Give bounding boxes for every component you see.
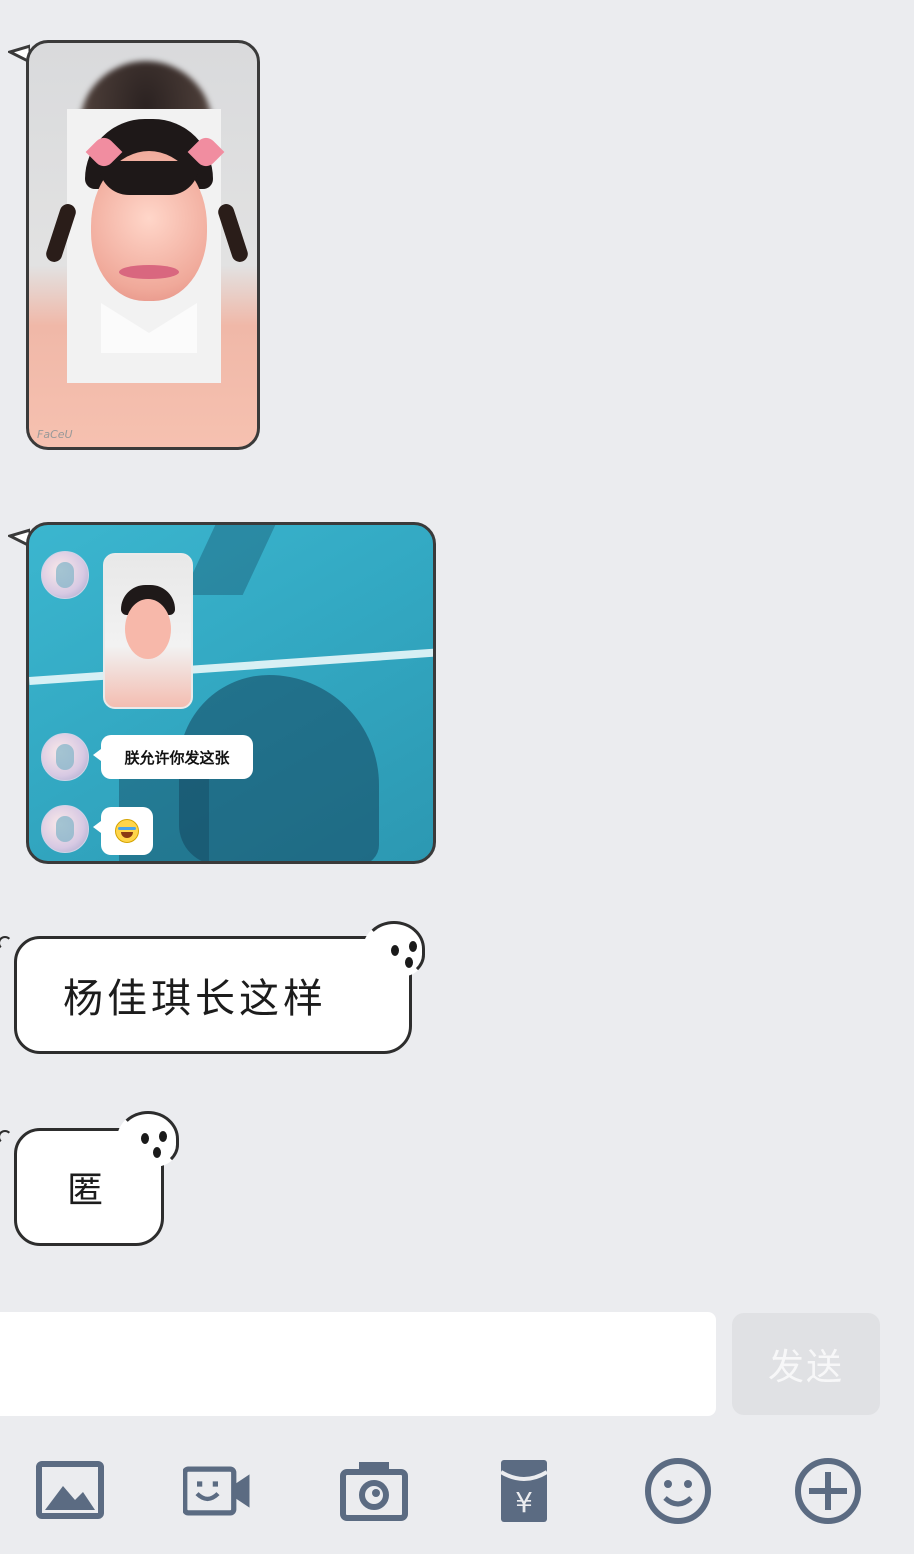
message-text-content: 杨佳琪长这样 <box>63 976 327 1022</box>
embedded-selfie-thumbnail <box>103 553 193 709</box>
video-icon[interactable] <box>182 1456 254 1526</box>
text-bubble[interactable]: 匿 <box>14 1111 179 1246</box>
faceu-watermark: FaCeU <box>37 428 73 441</box>
embedded-text-bubble: 朕允许你发这张 <box>93 735 253 779</box>
avatar <box>41 551 89 599</box>
plus-icon[interactable] <box>792 1456 864 1526</box>
avatar <box>41 733 89 781</box>
selfie-image[interactable]: FaCeU <box>26 40 260 450</box>
message-text-content: 匿 <box>67 1170 104 1211</box>
image-icon[interactable] <box>34 1456 106 1526</box>
tears-of-joy-emoji-icon <box>115 819 139 843</box>
send-button[interactable]: 发送 <box>732 1313 880 1415</box>
svg-text:¥: ¥ <box>515 1486 533 1519</box>
screenshot-image[interactable]: 朕允许你发这张 <box>26 522 436 864</box>
camera-icon[interactable] <box>338 1456 410 1526</box>
message-input[interactable] <box>0 1312 716 1416</box>
emoji-icon[interactable] <box>642 1456 714 1526</box>
red-envelope-icon[interactable]: ¥ <box>488 1456 560 1526</box>
input-toolbar: ¥ <box>0 1440 914 1544</box>
text-bubble[interactable]: 杨佳琪长这样 <box>14 921 425 1054</box>
avatar <box>41 805 89 853</box>
embedded-emoji-bubble <box>93 807 153 855</box>
bubble-wave <box>0 1130 12 1144</box>
bubble-wave <box>0 936 12 950</box>
